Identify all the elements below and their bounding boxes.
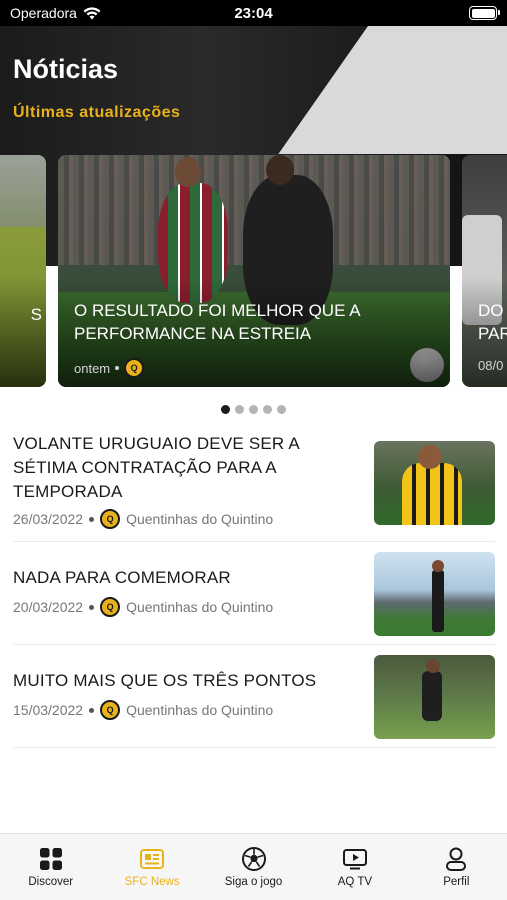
list-item[interactable]: NADA PARA COMEMORAR 20/03/2022 Q Quentin… (13, 542, 495, 645)
news-meta: 26/03/2022 Q Quentinhas do Quintino (13, 509, 273, 529)
news-date: 20/03/2022 (13, 599, 84, 615)
page-dot[interactable] (249, 405, 258, 414)
tab-label: Siga o jogo (224, 876, 283, 888)
news-title: MUITO MAIS QUE OS TRÊS PONTOS (13, 671, 317, 690)
person-icon (446, 847, 467, 871)
tab-perfil[interactable]: Perfil (406, 834, 507, 900)
tab-label: Perfil (443, 876, 470, 888)
carrier: Operadora (10, 5, 101, 21)
page-dot[interactable] (277, 405, 286, 414)
list-item[interactable]: VOLANTE URUGUAIO DEVE SER A SÉTIMA CONTR… (13, 430, 495, 542)
carousel-card-featured[interactable]: O RESULTADO FOI MELHOR QUE A PERFORMANCE… (58, 155, 450, 387)
carousel-card-headline: S (30, 305, 42, 324)
source-logo-icon: Q (100, 509, 121, 529)
tab-aq-tv[interactable]: AQ TV (304, 834, 405, 900)
news-meta: 15/03/2022 Q Quentinhas do Quintino (13, 700, 273, 720)
news-carousel[interactable]: S O RESULTADO FOI MELHOR QUE A PERFORMAN… (0, 155, 507, 387)
carousel-card-next[interactable]: DO PAR 08/0 (462, 155, 507, 387)
source-logo-icon: Q (100, 597, 121, 617)
carousel-card-meta: ontem Q (74, 358, 145, 378)
tab-sfc-news[interactable]: SFC News (101, 834, 202, 900)
page-dot[interactable] (235, 405, 244, 414)
status-bar: Operadora 23:04 (0, 0, 507, 26)
page-subtitle: Últimas atualizações (13, 104, 181, 121)
news-source: Quentinhas do Quintino (126, 599, 274, 615)
carousel-card-date: ontem (74, 360, 111, 376)
wifi-icon (83, 6, 101, 19)
source-logo-icon: Q (100, 700, 121, 720)
carousel-page-indicator[interactable] (0, 405, 507, 414)
news-thumbnail (374, 552, 495, 636)
page-dot[interactable] (263, 405, 272, 414)
list-item[interactable]: MUITO MAIS QUE OS TRÊS PONTOS 15/03/2022… (13, 645, 495, 748)
header-decoration (278, 26, 507, 154)
news-list: VOLANTE URUGUAIO DEVE SER A SÉTIMA CONTR… (13, 430, 495, 748)
grid-icon (39, 848, 62, 870)
play-tv-icon (342, 849, 367, 870)
news-meta: 20/03/2022 Q Quentinhas do Quintino (13, 597, 273, 617)
news-thumbnail (374, 441, 495, 525)
news-date: 26/03/2022 (13, 511, 84, 527)
carousel-card-headline: DO PAR (478, 301, 507, 343)
battery-icon (469, 6, 500, 20)
tab-label: SFC News (124, 876, 180, 888)
carousel-card-date: 08/0 (478, 358, 504, 373)
page-title: Nóticias (13, 54, 119, 84)
tab-label: Discover (28, 876, 74, 888)
bottom-tab-bar: Discover SFC News Siga o jogo AQ TV Perf… (0, 833, 507, 900)
soccer-ball-icon (241, 847, 266, 871)
tab-label: AQ TV (337, 876, 373, 888)
tab-discover[interactable]: Discover (0, 834, 101, 900)
carrier-label: Operadora (10, 5, 77, 21)
news-date: 15/03/2022 (13, 702, 84, 718)
news-source: Quentinhas do Quintino (126, 511, 274, 527)
news-title: NADA PARA COMEMORAR (13, 568, 231, 587)
carousel-card-previous[interactable]: S (0, 155, 46, 387)
news-source: Quentinhas do Quintino (126, 702, 274, 718)
source-logo-icon: Q (124, 358, 145, 378)
page-dot[interactable] (221, 405, 230, 414)
newspaper-icon (140, 849, 165, 869)
tab-siga-o-jogo[interactable]: Siga o jogo (203, 834, 304, 900)
news-thumbnail (374, 655, 495, 739)
carousel-card-headline: O RESULTADO FOI MELHOR QUE A PERFORMANCE… (74, 301, 360, 343)
news-title: VOLANTE URUGUAIO DEVE SER A SÉTIMA CONTR… (13, 434, 299, 501)
